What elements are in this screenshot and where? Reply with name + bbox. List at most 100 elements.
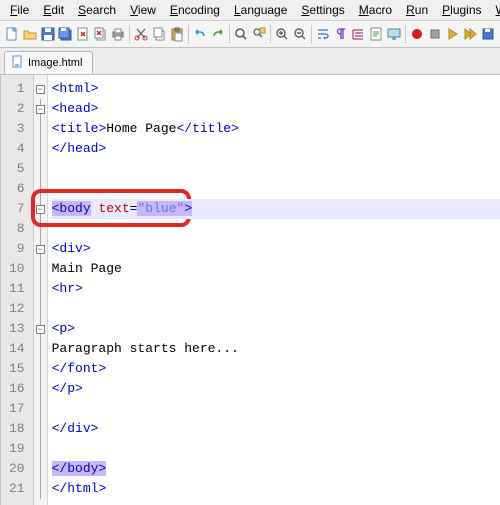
code-line (52, 179, 500, 199)
menu-window[interactable]: Window (490, 1, 500, 19)
line-number-gutter: 1 2 3 4 5 6 7 8 9 10 11 12 13 14 15 16 1… (1, 75, 34, 505)
close-file-button[interactable] (74, 24, 91, 44)
zoom-in-button[interactable] (274, 24, 291, 44)
code-line: <div> (52, 239, 500, 259)
line-number: 20 (1, 459, 33, 479)
save-all-button[interactable] (57, 24, 74, 44)
menu-edit[interactable]: Edit (37, 1, 70, 19)
clipboard-icon (169, 26, 185, 42)
line-number: 18 (1, 419, 33, 439)
line-number: 4 (1, 139, 33, 159)
copy-icon (151, 26, 167, 42)
code-area[interactable]: <html> <head> <title>Home Page</title> <… (48, 75, 500, 505)
floppy-small-icon (480, 26, 496, 42)
menu-language[interactable]: Language (228, 1, 293, 19)
code-line (52, 159, 500, 179)
menu-search[interactable]: Search (72, 1, 122, 19)
open-file-button[interactable] (22, 24, 39, 44)
line-number: 21 (1, 479, 33, 499)
code-editor[interactable]: 1 2 3 4 5 6 7 8 9 10 11 12 13 14 15 16 1… (0, 75, 500, 505)
code-line-active: <body text="blue"> (52, 199, 500, 219)
close-all-button[interactable] (92, 24, 109, 44)
toolbar-separator (270, 25, 271, 43)
play-multi-icon (462, 26, 478, 42)
code-line (52, 399, 500, 419)
search-icon (233, 26, 249, 42)
fold-toggle-icon[interactable] (36, 325, 45, 334)
floppy-icon (40, 26, 56, 42)
fold-gutter (34, 75, 48, 505)
fold-toggle-icon[interactable] (36, 85, 45, 94)
code-line: </html> (52, 479, 500, 499)
folder-open-icon (22, 26, 38, 42)
menu-encoding[interactable]: Encoding (164, 1, 226, 19)
fold-toggle-icon[interactable] (36, 105, 45, 114)
file-type-icon (11, 55, 24, 71)
floppy-multi-icon (57, 26, 73, 42)
tab-bar: Image.html (0, 48, 500, 75)
indent-icon (350, 26, 366, 42)
fold-toggle-icon[interactable] (36, 205, 45, 214)
menu-plugins[interactable]: Plugins (436, 1, 487, 19)
code-line: Main Page (52, 259, 500, 279)
menu-file[interactable]: File (4, 1, 35, 19)
line-number: 10 (1, 259, 33, 279)
files-close-icon (92, 26, 108, 42)
tab-image-html[interactable]: Image.html (4, 51, 93, 74)
zoom-in-icon (274, 26, 290, 42)
menu-macro[interactable]: Macro (353, 1, 398, 19)
word-wrap-button[interactable] (315, 24, 332, 44)
save-button[interactable] (39, 24, 56, 44)
code-line: <head> (52, 99, 500, 119)
monitor-button[interactable] (385, 24, 402, 44)
language-button[interactable] (368, 24, 385, 44)
code-line: </body> (52, 459, 500, 479)
new-file-button[interactable] (4, 24, 21, 44)
menu-bar: File Edit Search View Encoding Language … (0, 0, 500, 21)
monitor-icon (386, 26, 402, 42)
line-number: 12 (1, 299, 33, 319)
line-number: 1 (1, 79, 33, 99)
indent-guide-button[interactable] (350, 24, 367, 44)
macro-play-multi-button[interactable] (462, 24, 479, 44)
toolbar-separator (229, 25, 230, 43)
line-number: 9 (1, 239, 33, 259)
code-line: Paragraph starts here... (52, 339, 500, 359)
undo-icon (192, 26, 208, 42)
tab-label: Image.html (28, 57, 82, 69)
line-number: 2 (1, 99, 33, 119)
wrap-icon (315, 26, 331, 42)
print-button[interactable] (110, 24, 127, 44)
paste-button[interactable] (168, 24, 185, 44)
doc-lang-icon (368, 26, 384, 42)
menu-settings[interactable]: Settings (295, 1, 350, 19)
macro-play-button[interactable] (444, 24, 461, 44)
toolbar-separator (129, 25, 130, 43)
code-line (52, 299, 500, 319)
code-line: <p> (52, 319, 500, 339)
menu-run[interactable]: Run (400, 1, 434, 19)
code-line: </p> (52, 379, 500, 399)
replace-button[interactable] (250, 24, 267, 44)
menu-view[interactable]: View (124, 1, 162, 19)
macro-stop-button[interactable] (426, 24, 443, 44)
find-button[interactable] (233, 24, 250, 44)
zoom-out-button[interactable] (291, 24, 308, 44)
line-number: 8 (1, 219, 33, 239)
copy-button[interactable] (151, 24, 168, 44)
macro-save-button[interactable] (479, 24, 496, 44)
code-line (52, 219, 500, 239)
macro-record-button[interactable] (409, 24, 426, 44)
code-line (52, 439, 500, 459)
cut-button[interactable] (133, 24, 150, 44)
whitespace-button[interactable] (333, 24, 350, 44)
printer-icon (110, 26, 126, 42)
line-number: 14 (1, 339, 33, 359)
fold-toggle-icon[interactable] (36, 245, 45, 254)
toolbar-separator (311, 25, 312, 43)
line-number: 13 (1, 319, 33, 339)
code-line: </div> (52, 419, 500, 439)
line-number: 3 (1, 119, 33, 139)
redo-button[interactable] (209, 24, 226, 44)
undo-button[interactable] (192, 24, 209, 44)
